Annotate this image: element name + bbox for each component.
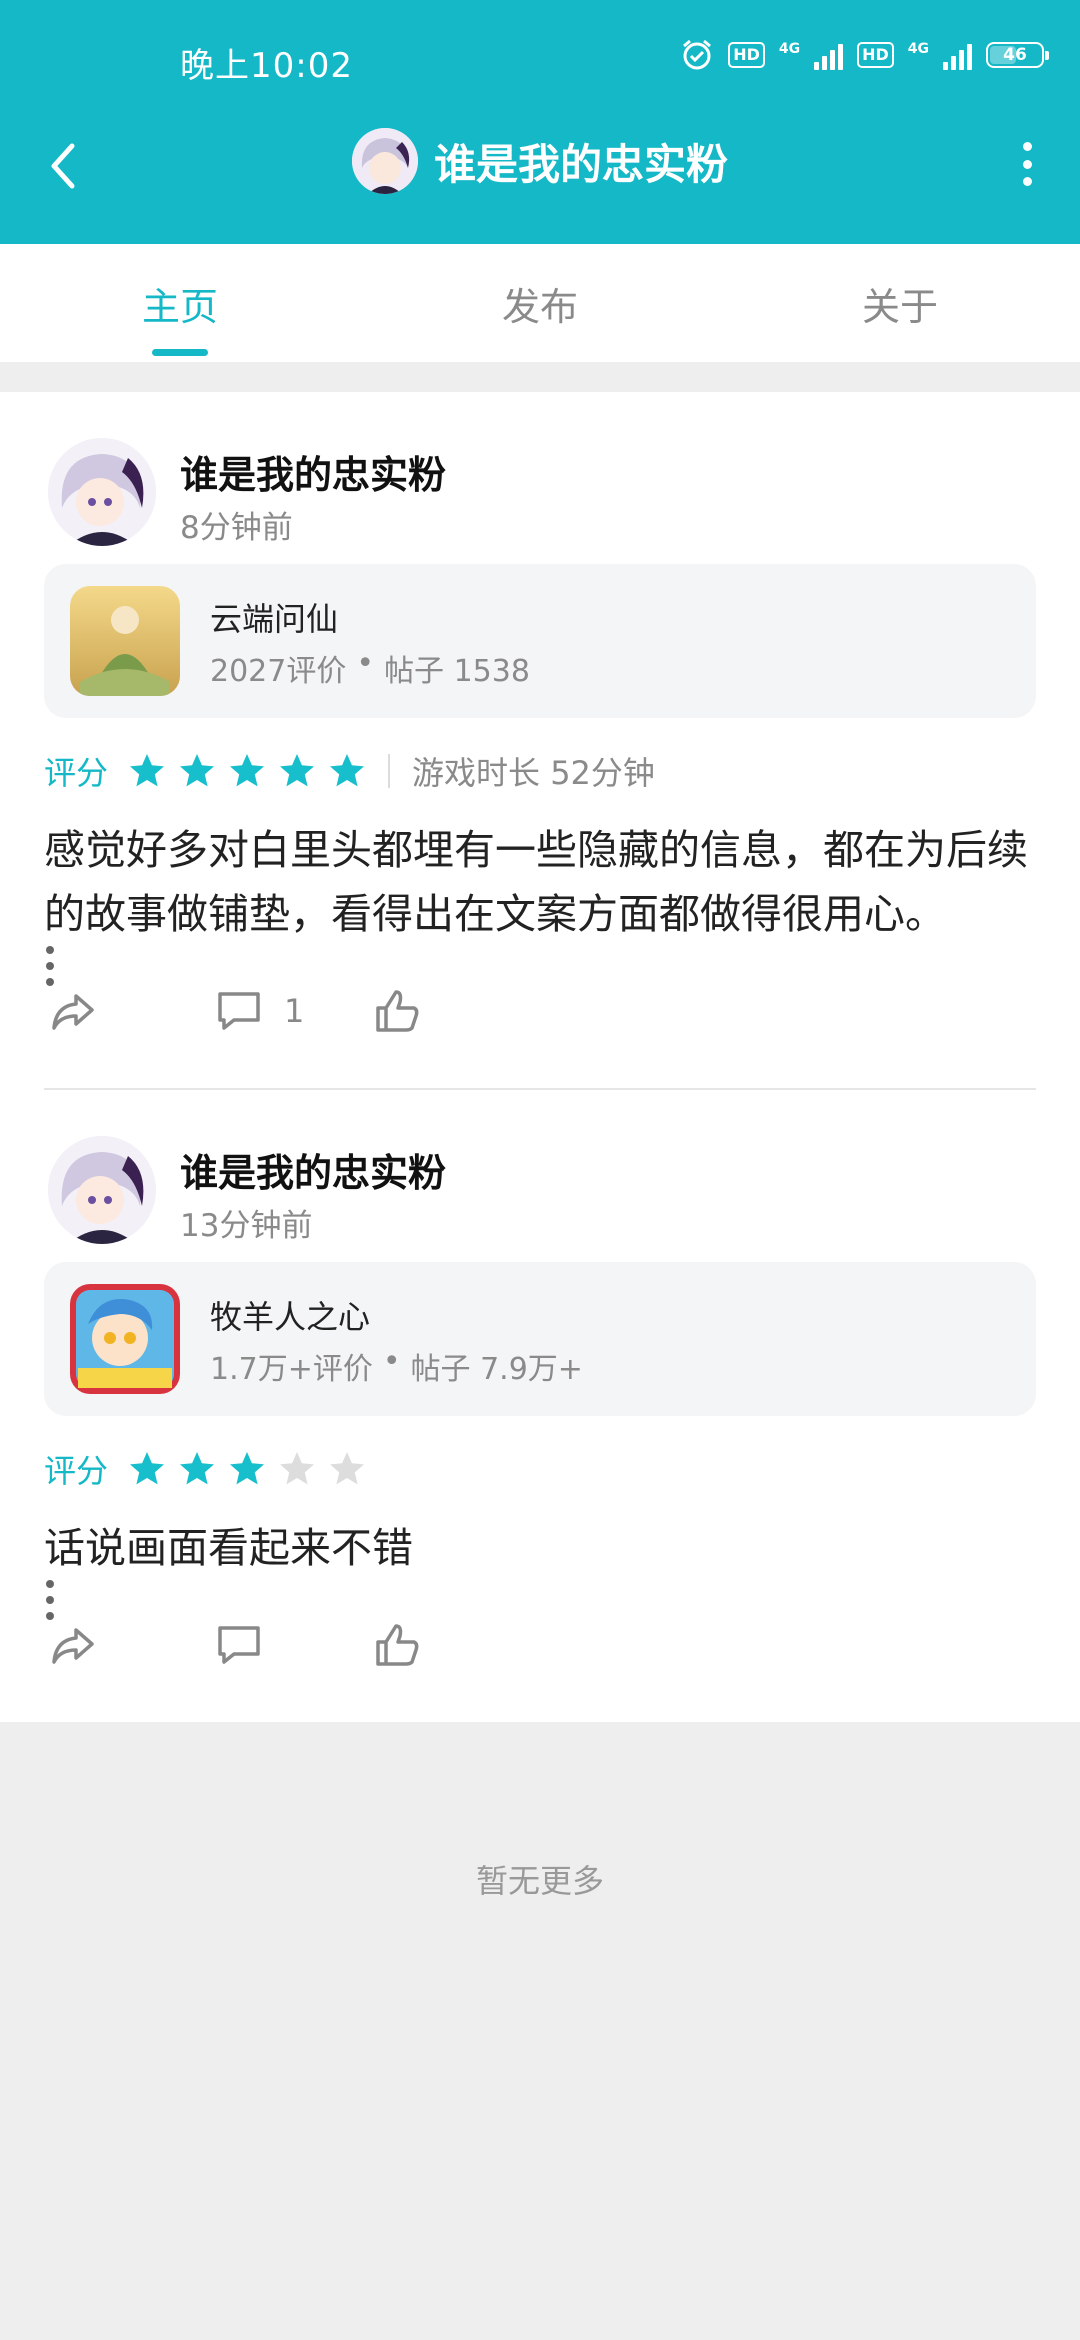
rating-label: 评分: [44, 754, 109, 792]
star-empty-icon: [330, 1452, 365, 1485]
avatar[interactable]: [48, 1136, 156, 1244]
star-filled-icon: [180, 1452, 215, 1485]
stats-dot: •: [356, 646, 375, 681]
review-post: 谁是我的忠实粉 13分钟前 牧羊人之心 1.7万+评价 • 帖子 7.9万+ 评…: [44, 1090, 1036, 1722]
star-filled-icon: [230, 1452, 265, 1485]
game-card[interactable]: 牧羊人之心 1.7万+评价 • 帖子 7.9万+: [44, 1262, 1036, 1416]
review-text[interactable]: 话说画面看起来不错: [44, 1512, 1036, 1580]
game-stats: 1.7万+评价 • 帖子 7.9万+: [210, 1344, 583, 1388]
star-filled-icon: [330, 754, 365, 787]
like-button[interactable]: [370, 984, 424, 1038]
post-more-button[interactable]: [44, 1580, 56, 1620]
post-time: 8分钟前: [180, 510, 293, 546]
star-filled-icon: [180, 754, 215, 787]
star-rating: [128, 752, 366, 790]
thumbs-up-icon: [376, 990, 419, 1032]
star-filled-icon: [130, 754, 165, 787]
header-avatar[interactable]: [351, 128, 418, 194]
star-filled-icon: [230, 754, 265, 787]
star-filled-icon: [280, 754, 315, 787]
star-empty-icon: [280, 1452, 315, 1485]
more-options-button[interactable]: [1012, 142, 1042, 186]
review-post: 谁是我的忠实粉 8分钟前 云端问仙 2027评价 • 帖子 1538 评分 游戏…: [44, 392, 1036, 1090]
game-post-count: 帖子 1538: [384, 654, 530, 689]
avatar[interactable]: [48, 438, 156, 546]
author-name[interactable]: 谁是我的忠实粉: [180, 1142, 446, 1197]
status-time: 晚上10:02: [180, 46, 353, 86]
post-time: 13分钟前: [180, 1208, 313, 1244]
tab-about[interactable]: 关于: [720, 244, 1080, 362]
signal-icon-1: [814, 40, 844, 70]
post-header: 谁是我的忠实粉 13分钟前: [44, 1090, 1036, 1260]
thumbs-up-icon: [376, 1624, 419, 1666]
comment-button[interactable]: [212, 1618, 284, 1672]
network-type-1: 4G: [778, 41, 801, 57]
rating-label: 评分: [44, 1452, 109, 1490]
no-more-text: 暂无更多: [475, 1862, 604, 1900]
review-text[interactable]: 感觉好多对白里头都埋有一些隐藏的信息，都在为后续的故事做铺垫，看得出在文案方面都…: [44, 814, 1036, 946]
playtime: 游戏时长 52分钟: [412, 754, 655, 792]
tab-home[interactable]: 主页: [0, 244, 360, 362]
comment-button[interactable]: 1: [212, 984, 304, 1038]
game-post-count: 帖子 7.9万+: [410, 1352, 583, 1387]
status-icons: HD 4G HD 4G 46: [680, 38, 1049, 72]
header-title-group: 谁是我的忠实粉: [0, 128, 1080, 194]
stats-dot: •: [382, 1344, 401, 1379]
app-header: 晚上10:02 HD 4G HD 4G 46 谁是我的忠实粉: [0, 0, 1080, 244]
like-button[interactable]: [370, 1618, 424, 1672]
star-rating: [128, 1450, 366, 1488]
game-icon: [70, 586, 180, 696]
share-button[interactable]: [46, 1618, 100, 1672]
page-title: 谁是我的忠实粉: [433, 139, 728, 189]
share-icon: [52, 1628, 94, 1664]
network-type-2: 4G: [907, 41, 929, 57]
share-icon: [52, 994, 94, 1030]
profile-tabs: 主页 发布 关于: [0, 244, 1080, 362]
game-name: 云端问仙: [210, 600, 339, 638]
game-name: 牧羊人之心: [210, 1298, 371, 1336]
hd-badge-2: HD: [857, 42, 894, 68]
post-more-button[interactable]: [44, 946, 56, 986]
game-review-count: 2027评价: [210, 654, 347, 689]
alarm-icon: [683, 39, 712, 70]
review-feed: 谁是我的忠实粉 8分钟前 云端问仙 2027评价 • 帖子 1538 评分 游戏…: [0, 392, 1080, 1722]
game-icon: [70, 1284, 180, 1394]
battery-level: 46: [1003, 45, 1027, 65]
game-stats: 2027评价 • 帖子 1538: [210, 646, 530, 690]
rating-divider: [388, 754, 391, 788]
share-button[interactable]: [46, 984, 100, 1038]
comment-icon: [218, 1626, 260, 1664]
game-card[interactable]: 云端问仙 2027评价 • 帖子 1538: [44, 564, 1036, 718]
tab-posts[interactable]: 发布: [360, 244, 720, 362]
post-actions: [44, 1580, 1036, 1722]
signal-icon-2: [943, 40, 972, 70]
game-review-count: 1.7万+评价: [210, 1352, 373, 1387]
rating-row: 评分: [44, 1426, 1036, 1512]
post-header: 谁是我的忠实粉 8分钟前: [44, 392, 1036, 562]
comment-icon: [218, 992, 260, 1030]
star-filled-icon: [130, 1452, 165, 1485]
post-actions: 1: [44, 946, 1036, 1088]
comment-count: 1: [284, 992, 305, 1030]
battery-icon: 46: [986, 42, 1049, 68]
rating-row: 评分 游戏时长 52分钟: [44, 728, 1036, 814]
author-name[interactable]: 谁是我的忠实粉: [180, 444, 446, 499]
hd-badge-1: HD: [728, 42, 765, 68]
